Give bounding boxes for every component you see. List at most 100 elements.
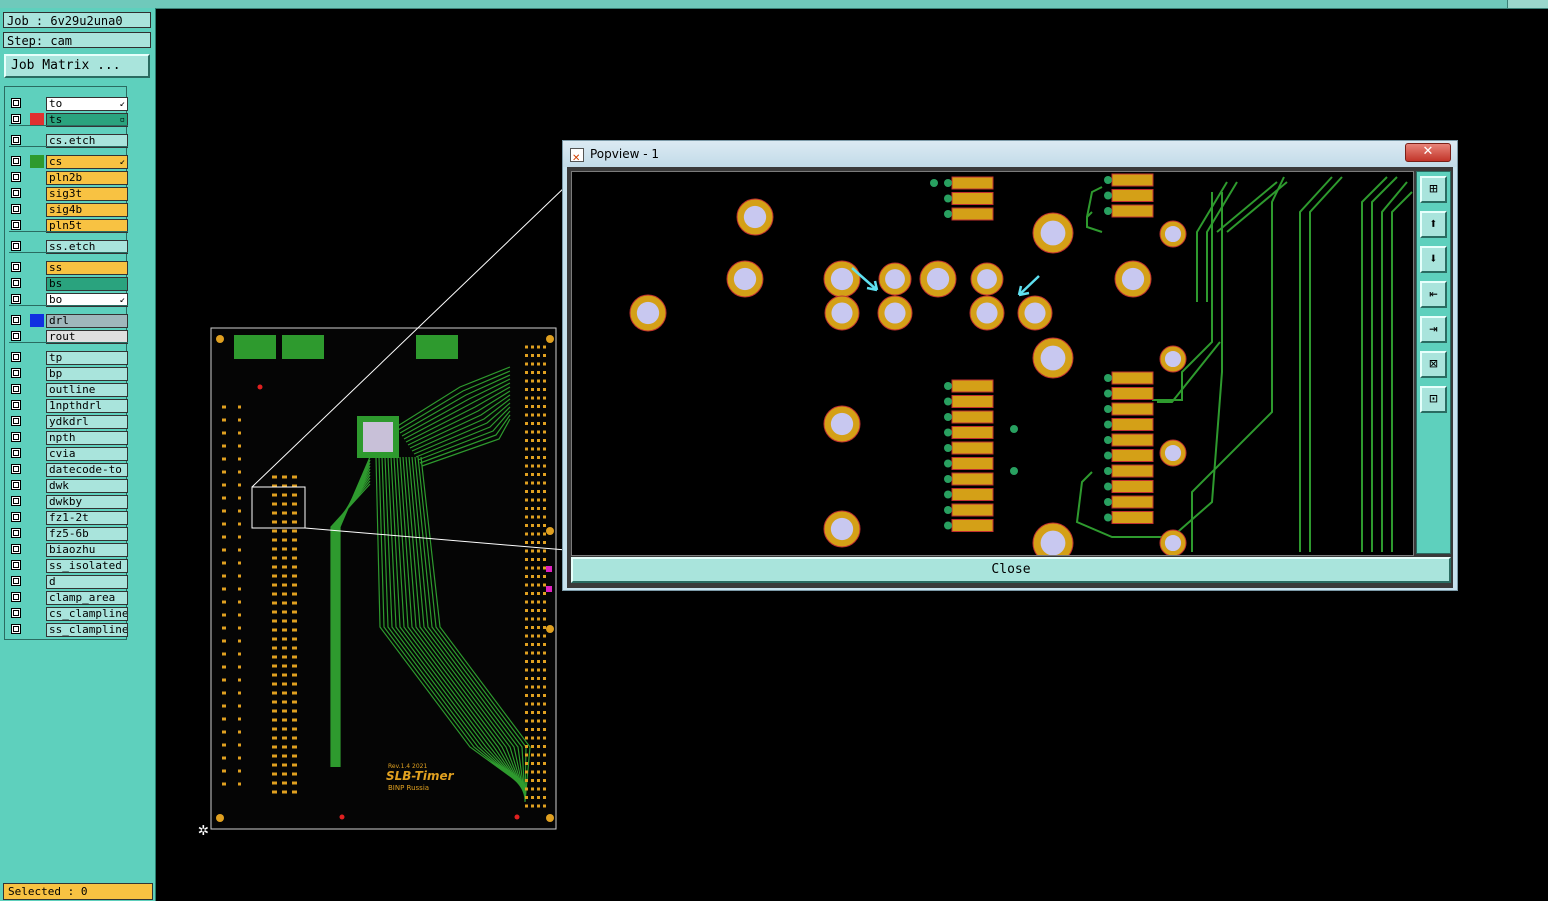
- drill-hole: [830, 517, 854, 541]
- pan-up-icon[interactable]: ⬆: [1420, 211, 1447, 238]
- smd-pad: [1111, 418, 1154, 431]
- smd-pad: [1111, 204, 1154, 218]
- drill-hole: [830, 267, 854, 291]
- drill-hole: [743, 205, 767, 229]
- drill-hole: [1040, 345, 1066, 371]
- copper-trace: [1381, 181, 1408, 552]
- popview-title: Popview - 1: [590, 147, 659, 161]
- copper-trace: [1391, 191, 1413, 552]
- smd-via: [944, 210, 952, 218]
- copper-trace: [1361, 176, 1388, 552]
- smd-pad: [1111, 402, 1154, 416]
- pan-down-icon[interactable]: ⬇: [1420, 246, 1447, 273]
- smd-pad: [1111, 189, 1154, 202]
- zoom-in-icon[interactable]: ⊠: [1420, 351, 1447, 378]
- pan-right-icon[interactable]: ⇥: [1420, 316, 1447, 343]
- smd-via: [1104, 176, 1112, 184]
- drill-hole: [1040, 220, 1066, 246]
- smd-pad: [1111, 464, 1154, 478]
- smd-via: [1104, 191, 1112, 200]
- popview-window: Popview - 1 ✕ ⊞ ⬆ ⬇ ⇤ ⇥ ⊠ ⊡ Close: [562, 140, 1458, 591]
- smd-via: [944, 444, 952, 452]
- popview-titlebar[interactable]: Popview - 1 ✕: [563, 141, 1457, 172]
- smd-via: [944, 382, 952, 390]
- smd-pad: [1111, 511, 1154, 524]
- zoom-out-icon[interactable]: ⊡: [1420, 386, 1447, 413]
- smd-pad: [951, 176, 994, 190]
- smd-via: [1104, 420, 1112, 429]
- smd-pad: [951, 426, 994, 439]
- smd-via: [944, 194, 952, 203]
- smd-pad: [1111, 495, 1154, 509]
- smd-pad: [951, 488, 994, 501]
- smd-pad: [951, 192, 994, 205]
- smd-via: [944, 179, 952, 187]
- smd-via: [944, 490, 952, 499]
- close-button[interactable]: Close: [571, 557, 1451, 583]
- smd-pad: [1111, 387, 1154, 400]
- drill-hole: [976, 302, 998, 324]
- smd-via: [944, 506, 952, 514]
- smd-pad: [1111, 173, 1154, 187]
- smd-pad: [1111, 480, 1154, 493]
- fit-icon[interactable]: ⊞: [1420, 176, 1447, 203]
- copper-trace: [1191, 176, 1285, 552]
- smd-pad: [951, 379, 994, 393]
- copper-trace: [1086, 186, 1103, 218]
- drill-hole: [1024, 302, 1046, 324]
- smd-via: [1104, 513, 1112, 522]
- smd-via: [1104, 498, 1112, 506]
- smd-pad: [951, 395, 994, 408]
- pan-left-icon[interactable]: ⇤: [1420, 281, 1447, 308]
- smd-via: [1104, 374, 1112, 382]
- smd-via: [1104, 451, 1112, 460]
- drill-hole: [1040, 530, 1066, 555]
- smd-via: [1104, 207, 1112, 215]
- copper-trace: [1309, 176, 1343, 552]
- copper-trace: [1299, 176, 1333, 552]
- smd-via: [1104, 405, 1112, 413]
- copper-trace: [1371, 176, 1398, 552]
- smd-via: [944, 413, 952, 421]
- smd-via: [944, 428, 952, 437]
- smd-pad: [951, 472, 994, 486]
- smd-via: [1104, 436, 1112, 444]
- smd-pad: [1111, 449, 1154, 462]
- smd-via: [944, 521, 952, 530]
- drill-hole: [884, 302, 906, 324]
- window-close-button[interactable]: ✕: [1405, 143, 1451, 162]
- drill-hole: [831, 302, 853, 324]
- smd-pad: [951, 519, 994, 532]
- popview-body: ⊞ ⬆ ⬇ ⇤ ⇥ ⊠ ⊡ Close: [567, 167, 1453, 588]
- smd-pad: [951, 457, 994, 470]
- small-via: [1010, 467, 1018, 475]
- drill-hole: [733, 267, 757, 291]
- drill-hole: [885, 269, 905, 289]
- smd-pad: [1111, 371, 1154, 385]
- popview-canvas[interactable]: [571, 171, 1414, 556]
- smd-via: [1104, 482, 1112, 491]
- window-icon: [570, 146, 584, 172]
- smd-pad: [951, 410, 994, 424]
- smd-pad: [951, 503, 994, 517]
- annotation-arrow: [1017, 275, 1040, 297]
- drill-hole: [1121, 267, 1145, 291]
- smd-via: [944, 397, 952, 406]
- popview-toolbar: ⊞ ⬆ ⬇ ⇤ ⇥ ⊠ ⊡: [1416, 171, 1451, 554]
- drill-hole: [926, 267, 950, 291]
- smd-pad: [951, 207, 994, 221]
- smd-pad: [1111, 433, 1154, 447]
- small-via: [930, 179, 938, 187]
- drill-hole: [830, 412, 854, 436]
- drill-hole: [1164, 350, 1182, 368]
- small-via: [1010, 425, 1018, 433]
- drill-hole: [636, 301, 660, 325]
- smd-pad: [951, 441, 994, 455]
- drill-hole: [1164, 534, 1182, 552]
- smd-via: [1104, 467, 1112, 475]
- drill-hole: [1164, 225, 1182, 243]
- drill-hole: [1164, 444, 1182, 462]
- copper-trace: [1086, 211, 1103, 233]
- smd-via: [1104, 389, 1112, 398]
- drill-hole: [977, 269, 997, 289]
